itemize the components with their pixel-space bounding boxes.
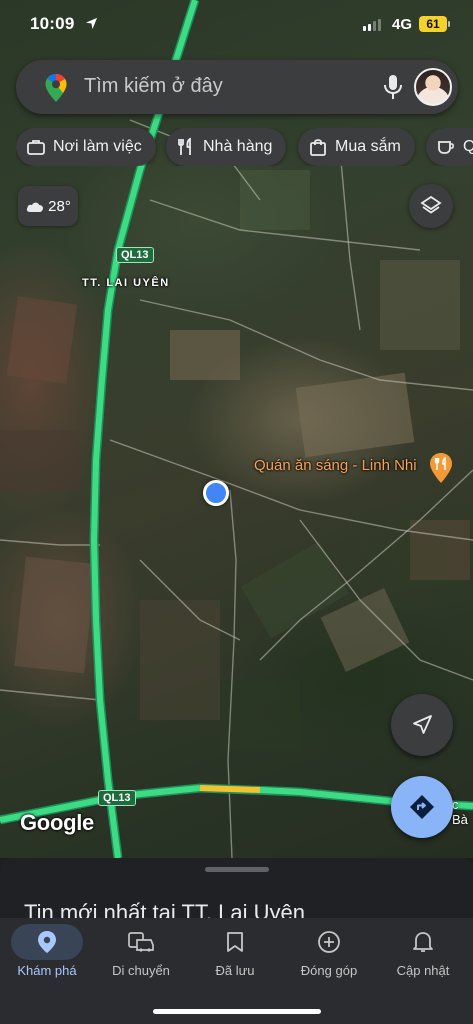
profile-avatar[interactable] [414,68,452,106]
search-input[interactable]: Tìm kiếm ở đây [84,75,223,98]
tab-label: Di chuyển [112,963,170,978]
cell-signal-icon [363,19,381,31]
chip-restaurants[interactable]: Nhà hàng [166,128,287,166]
add-circle-icon [318,931,340,953]
tab-explore[interactable]: Khám phá [0,918,94,998]
google-maps-pin-icon [45,74,67,102]
chip-coffee[interactable]: Q [426,128,473,166]
tab-updates[interactable]: Cập nhật [376,918,470,998]
my-location-button[interactable] [391,694,453,756]
restaurant-pin-icon[interactable] [428,452,454,484]
road-shield-ql13: QL13 [116,247,154,263]
network-type: 4G [392,16,413,33]
tab-label: Khám phá [17,963,77,978]
chip-label: Nhà hàng [203,138,273,155]
shopping-bag-icon [310,139,326,156]
briefcase-icon [27,140,45,155]
tab-saved-pill [199,924,271,960]
search-bar[interactable]: Tìm kiếm ở đây [16,60,458,114]
weather-badge[interactable]: 28° [18,186,78,226]
chip-label: Mua sắm [335,138,401,155]
cloud-icon [26,202,44,212]
current-location-dot[interactable] [203,480,229,506]
bell-icon [413,932,433,952]
home-indicator[interactable] [153,1009,321,1014]
chip-work[interactable]: Nơi làm việc [16,128,156,166]
battery-level: 61 [426,17,440,31]
microphone-icon[interactable] [382,74,404,100]
explore-pin-icon [38,931,56,953]
layers-icon [420,195,442,214]
location-arrow-icon [85,17,98,30]
poi-label[interactable]: Quán ăn sáng - Linh Nhi [254,457,417,474]
chip-shopping[interactable]: Mua sắm [298,128,415,166]
tab-saved[interactable]: Đã lưu [188,918,282,998]
town-label[interactable]: TT. LAI UYÊN [82,277,170,289]
google-attribution: Google [20,810,94,835]
tab-label: Đã lưu [215,963,255,978]
bookmark-icon [227,932,243,952]
status-bar: 10:09 4G 61 [0,0,473,50]
edge-place-label: c Bà [452,797,468,827]
commute-car-icon [128,932,154,952]
category-chips: Nơi làm việc Nhà hàng Mua sắm Q [16,128,473,166]
tab-contribute[interactable]: Đóng góp [282,918,376,998]
layers-button[interactable] [409,184,453,228]
coffee-cup-icon [438,141,454,154]
chip-label: Q [463,138,473,155]
tab-commute-pill [105,924,177,960]
tab-explore-pill [11,924,83,960]
tab-label: Đóng góp [300,963,358,978]
battery-icon: 61 [419,16,450,32]
directions-icon [410,795,434,819]
tab-label: Cập nhật [396,963,450,978]
road-shield-ql13-lower: QL13 [98,790,136,806]
chip-label: Nơi làm việc [53,138,142,155]
tab-updates-pill [387,924,459,960]
navigation-arrow-icon [413,715,432,734]
fork-knife-icon [178,137,191,155]
weather-temperature: 28° [48,197,71,215]
tab-contribute-pill [293,924,365,960]
status-time: 10:09 [30,14,75,33]
tab-commute[interactable]: Di chuyển [94,918,188,998]
sheet-drag-handle[interactable] [205,867,269,872]
directions-button[interactable] [391,776,453,838]
